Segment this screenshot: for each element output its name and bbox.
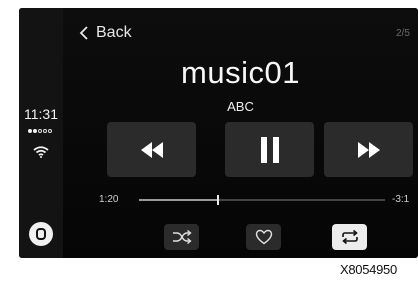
home-button[interactable] [29,222,53,246]
shuffle-icon [172,230,192,244]
status-dock: 11:31 [19,8,63,258]
rewind-icon [140,141,163,158]
page-indicator: 2/5 [396,28,410,39]
favorite-button[interactable] [246,224,281,250]
pause-icon [260,136,279,163]
signal-dot [48,129,52,133]
fast-forward-button[interactable] [324,122,413,177]
back-button[interactable]: Back [77,24,132,42]
signal-dot [43,129,47,133]
repeat-button[interactable] [332,224,367,250]
repeat-icon [341,229,358,245]
track-artist: ABC [227,99,254,114]
rewind-button[interactable] [107,122,196,177]
fast-forward-icon [357,141,380,158]
elapsed-time: 1:20 [99,194,119,205]
signal-dot [38,129,42,133]
shuffle-button[interactable] [164,224,199,250]
track-title: music01 [181,55,300,90]
wifi-icon [33,146,49,158]
carplay-screen: 11:31 Back 2/5 music01 ABC 1:20 -3:1 [19,8,418,258]
progress-bar[interactable] [139,195,385,205]
remaining-time: -3:1 [392,194,410,205]
signal-dot [28,129,32,133]
figure-code: X8054950 [340,262,397,277]
progress-fill [139,199,218,201]
cellular-signal-icon [28,129,52,133]
back-label: Back [96,24,132,41]
signal-dot [33,129,37,133]
clock: 11:31 [24,106,58,122]
pause-button[interactable] [225,122,314,177]
now-playing-panel: Back 2/5 music01 ABC 1:20 -3:1 [63,8,418,258]
heart-icon [255,229,272,245]
chevron-left-icon [79,26,88,40]
progress-thumb[interactable] [216,195,219,205]
